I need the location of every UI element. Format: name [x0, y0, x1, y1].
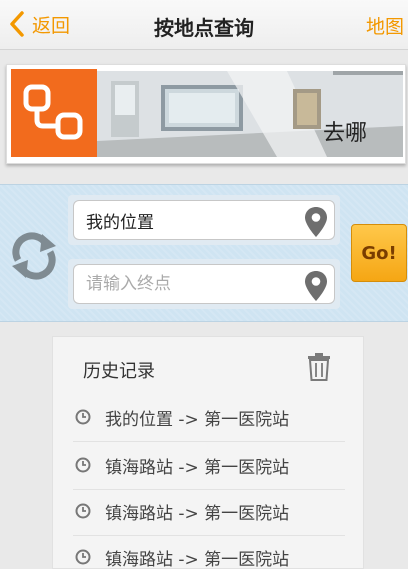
destination-field[interactable]	[73, 264, 335, 304]
page-title: 按地点查询	[154, 16, 254, 40]
go-button[interactable]: Go!	[351, 224, 407, 282]
history-panel: 历史记录 我的位置 -> 第一医院站 镇海路站 -> 第一医院站 镇海路站 ->…	[52, 336, 364, 569]
route-icon	[23, 84, 83, 140]
clock-icon	[75, 409, 91, 425]
history-title: 历史记录	[83, 361, 155, 382]
map-button[interactable]: 地图	[366, 12, 404, 39]
history-item[interactable]: 我的位置 -> 第一医院站	[53, 393, 365, 441]
origin-value: 我的位置	[86, 212, 154, 233]
banner-title: 去哪	[322, 121, 367, 146]
clock-icon	[75, 503, 91, 519]
history-item[interactable]: 镇海路站 -> 第一医院站	[53, 487, 365, 535]
destination-field-wrap	[68, 259, 340, 309]
destination-input[interactable]	[86, 274, 296, 294]
history-item-label: 镇海路站 -> 第一医院站	[105, 549, 290, 569]
route-logo	[11, 69, 97, 157]
location-pin-icon[interactable]	[304, 206, 328, 238]
search-panel: 我的位置	[0, 184, 408, 322]
history-item-label: 镇海路站 -> 第一医院站	[105, 457, 290, 478]
trash-icon[interactable]	[307, 353, 331, 381]
location-pin-icon[interactable]	[304, 270, 328, 302]
clock-icon	[75, 549, 91, 565]
banner: 去哪	[6, 64, 406, 164]
swap-arrows-icon[interactable]	[8, 230, 60, 282]
origin-field-wrap: 我的位置	[68, 195, 340, 245]
history-item-label: 我的位置 -> 第一医院站	[105, 409, 290, 430]
history-item[interactable]: 镇海路站 -> 第一医院站	[53, 533, 365, 569]
clock-icon	[75, 457, 91, 473]
nav-bar: 返回 按地点查询 地图	[0, 0, 408, 50]
origin-field[interactable]: 我的位置	[73, 200, 335, 240]
history-item-label: 镇海路站 -> 第一医院站	[105, 503, 290, 524]
history-item[interactable]: 镇海路站 -> 第一医院站	[53, 441, 365, 489]
